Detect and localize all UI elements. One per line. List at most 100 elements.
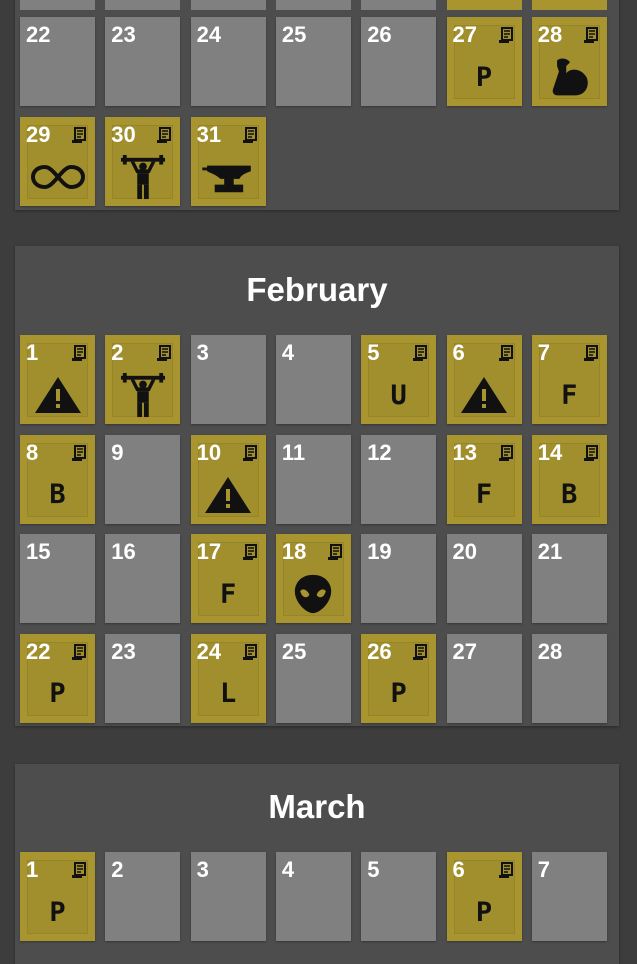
day-mark-letter: U: [361, 371, 436, 419]
note-icon: [242, 444, 258, 462]
day-number: 20: [452, 539, 477, 564]
day-cell[interactable]: 30: [105, 116, 181, 206]
day-mark-letter: B: [20, 471, 95, 519]
day-cell[interactable]: 4: [275, 852, 351, 941]
day-number: 16: [111, 539, 136, 564]
day-cell[interactable]: 27 P: [446, 17, 522, 106]
day-cell[interactable]: 24: [190, 17, 266, 106]
alien-icon: [276, 570, 351, 618]
day-number: 7: [537, 340, 551, 365]
mark-letter: B: [561, 479, 578, 510]
day-cell[interactable]: 18: [275, 534, 351, 623]
day-cell[interactable]: 28: [531, 17, 607, 106]
day-cell[interactable]: 23: [105, 633, 181, 723]
day-cell[interactable]: 16: [105, 534, 181, 623]
day-cell[interactable]: 12: [361, 434, 437, 524]
day-cell[interactable]: 22 P: [20, 633, 95, 723]
month-title: March: [268, 788, 366, 825]
day-cell[interactable]: 6P: [446, 852, 522, 941]
day-number: 1: [26, 857, 39, 882]
day-number: 5: [367, 857, 380, 882]
day-cell[interactable]: 24 L: [190, 633, 266, 723]
day-cell[interactable]: 2: [105, 335, 181, 424]
mark-letter: F: [475, 479, 493, 510]
day-cell[interactable]: 13 F: [446, 434, 522, 524]
day-number: 4: [281, 340, 295, 365]
previous-week-cell[interactable]: [105, 0, 181, 10]
previous-week-cell[interactable]: [275, 0, 351, 10]
day-cell[interactable]: 26 P: [361, 633, 437, 723]
previous-week-cell[interactable]: [20, 0, 95, 10]
day-number: 6: [452, 340, 465, 365]
day-number: 8: [26, 439, 39, 465]
day-cell[interactable]: 25: [275, 17, 351, 106]
previous-week-cell[interactable]: [531, 0, 607, 10]
note-icon: [583, 345, 599, 362]
day-cell[interactable]: 29: [20, 116, 95, 206]
day-cell[interactable]: 7F: [531, 335, 607, 424]
day-number: 27: [452, 22, 477, 47]
previous-week-cell[interactable]: [446, 0, 522, 10]
previous-week-cell[interactable]: [190, 0, 266, 10]
note-icon: [242, 643, 258, 661]
day-number: 28: [537, 638, 563, 664]
day-cell[interactable]: 21: [531, 534, 607, 623]
day-cell[interactable]: 14 B: [531, 434, 607, 524]
note-icon: [412, 643, 428, 661]
previous-week-cell[interactable]: [361, 0, 437, 10]
day-cell[interactable]: 17 F: [190, 534, 266, 623]
day-number: 29: [26, 121, 51, 147]
day-cell[interactable]: 26: [361, 17, 437, 106]
weightlifter-icon: [105, 153, 180, 201]
day-cell[interactable]: 4: [275, 335, 351, 424]
day-cell[interactable]: 22: [20, 17, 95, 106]
note-icon: [71, 444, 87, 462]
day-mark-letter: P: [361, 670, 436, 718]
day-cell[interactable]: 10: [190, 434, 266, 524]
day-cell[interactable]: 9: [105, 434, 181, 524]
day-number: 15: [26, 539, 51, 564]
day-cell[interactable]: 3: [190, 852, 266, 941]
month-card-february: February 1 2 3 4 5 U 6 7 F 8 B 9 10 11 12 13 F 14 B 15 16 17 F…: [15, 246, 619, 726]
day-number: 25: [281, 638, 307, 664]
day-cell[interactable]: 27: [446, 633, 522, 723]
note-icon: [498, 27, 514, 44]
day-number: 2: [111, 340, 124, 365]
day-number: 19: [367, 539, 392, 564]
day-number: 11: [281, 439, 306, 465]
day-cell[interactable]: 2: [105, 852, 181, 941]
day-cell[interactable]: 25: [275, 633, 351, 723]
day-number: 23: [111, 22, 136, 47]
day-number: 17: [196, 539, 222, 564]
day-cell[interactable]: 15: [20, 534, 95, 623]
note-icon: [71, 643, 87, 661]
note-icon: [327, 544, 343, 561]
day-cell[interactable]: 28: [531, 633, 607, 723]
day-number: 22: [26, 22, 51, 47]
note-icon: [498, 444, 514, 462]
mark-letter: F: [561, 379, 578, 411]
note-icon: [71, 345, 87, 362]
mark-letter: P: [475, 896, 493, 928]
day-cell[interactable]: 1: [20, 335, 95, 424]
day-cell[interactable]: 23: [105, 17, 181, 106]
day-cell[interactable]: 1P: [20, 852, 95, 941]
day-cell[interactable]: 7: [531, 852, 607, 941]
day-mark-letter: F: [532, 371, 607, 419]
day-cell[interactable]: 11: [275, 434, 351, 524]
day-cell[interactable]: 20: [446, 534, 522, 623]
day-cell[interactable]: 31: [190, 116, 266, 206]
day-cell[interactable]: 19: [361, 534, 437, 623]
day-cell[interactable]: 8B: [20, 434, 95, 524]
anvil-icon: [191, 153, 266, 201]
day-cell[interactable]: 5: [361, 852, 437, 941]
day-number: 4: [281, 857, 295, 882]
warning-icon: [20, 371, 95, 419]
day-cell[interactable]: 5U: [361, 335, 437, 424]
day-number: 1: [26, 340, 39, 365]
day-cell[interactable]: 3: [190, 335, 266, 424]
day-cell[interactable]: 6: [446, 335, 522, 424]
day-number: 25: [281, 22, 307, 47]
day-number: 24: [196, 22, 222, 47]
day-mark-letter: P: [447, 53, 522, 101]
